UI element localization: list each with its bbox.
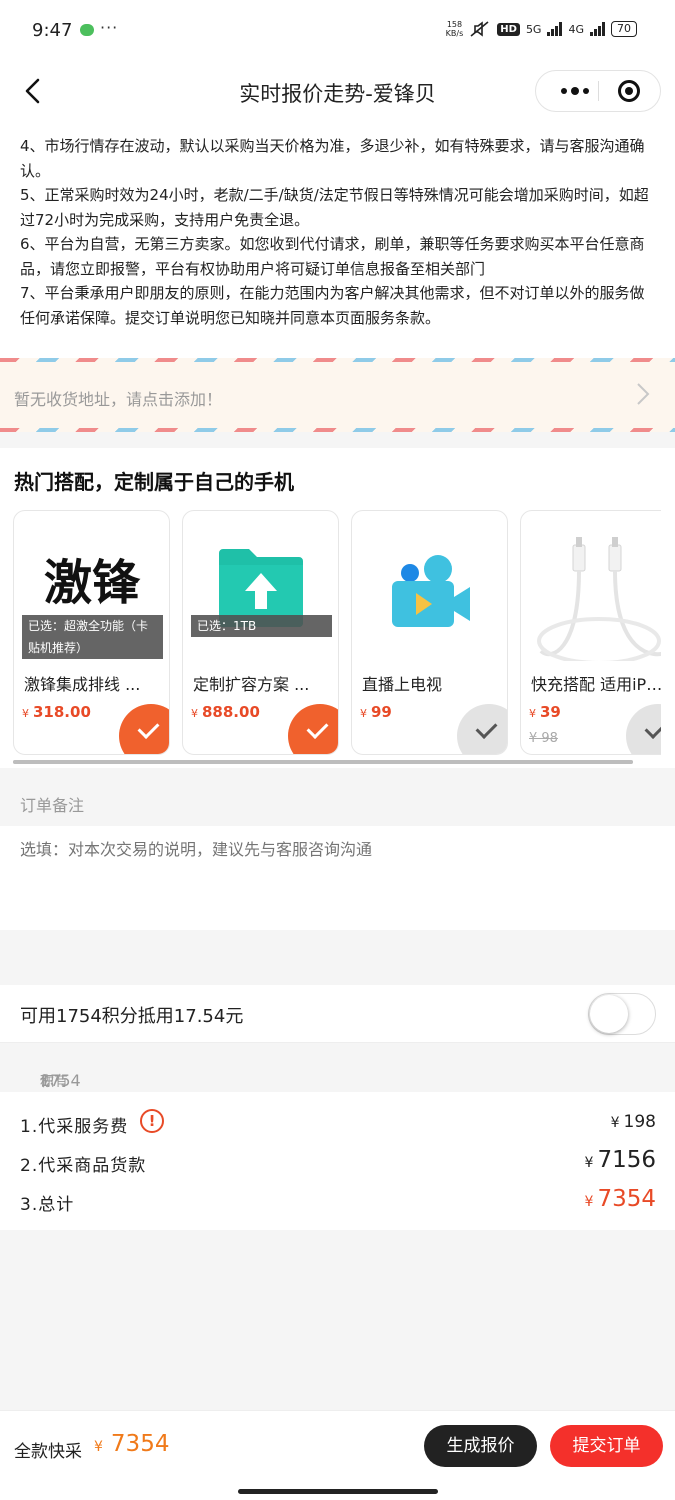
battery-icon: 70 xyxy=(611,21,637,37)
fee-amount: 7156 xyxy=(597,1147,656,1173)
fee-value: ¥7156 xyxy=(585,1147,656,1173)
currency-symbol: ¥ xyxy=(22,707,29,720)
status-time: 9:47 xyxy=(32,20,73,41)
addon-name: 快充搭配 适用iPhone xyxy=(531,675,661,694)
currency-symbol: ¥ xyxy=(529,707,536,720)
mute-icon xyxy=(470,21,489,37)
status-bar: 9:47 ··· 158 KB/s HD 5G 4G 70 xyxy=(0,0,675,62)
jifeng-logo-text: 激锋 xyxy=(44,555,141,611)
addon-name: 定制扩容方案 ... xyxy=(193,675,310,694)
addon-card-list[interactable]: 激锋 已选：超激全功能（卡贴机推荐） 激锋集成排线 ... ¥318.00 已选… xyxy=(13,510,661,756)
fee-label: 2.代采商品货款 xyxy=(20,1156,147,1176)
more-notifications-icon: ··· xyxy=(100,18,119,37)
selected-option-note: 已选：1TB xyxy=(191,615,332,637)
addon-card[interactable]: 快充搭配 适用iPhone ¥39 ¥ 98 xyxy=(520,510,661,755)
checkmark-icon[interactable] xyxy=(457,704,507,754)
addon-price: ¥888.00 xyxy=(191,703,260,721)
home-indicator[interactable] xyxy=(238,1489,438,1494)
addon-price: ¥99 xyxy=(360,703,392,721)
bottom-action-bar: 全款快采 ¥7354 生成报价 提交订单 xyxy=(0,1410,675,1500)
addon-price-value: 888.00 xyxy=(202,703,260,721)
fee-label: 1.代采服务费 xyxy=(20,1117,129,1137)
shipping-address-entry[interactable]: 暂无收货地址，请点击添加！ xyxy=(0,358,675,432)
generate-quote-button[interactable]: 生成报价 xyxy=(424,1425,537,1467)
addon-price-value: 39 xyxy=(540,703,561,721)
service-terms: 4、市场行情存在波动，默认以采购当天价格为准，多退少补，如有特殊要求，请与客服沟… xyxy=(0,122,675,358)
address-placeholder: 暂无收货地址，请点击添加！ xyxy=(14,390,223,409)
fee-row-service: 1.代采服务费 ! ¥198 xyxy=(20,1108,656,1138)
wechat-notification-icon xyxy=(80,24,94,36)
addon-section: 热门搭配，定制属于自己的手机 激锋 已选：超激全功能（卡贴机推荐） 激锋集成排线… xyxy=(0,448,675,768)
fee-row-goods: 2.代采商品货款 ¥7156 xyxy=(20,1147,656,1177)
network-speed-unit: KB/s xyxy=(445,29,464,38)
nav-bar: 实时报价走势-爱锋贝 xyxy=(0,62,675,122)
currency-symbol: ¥ xyxy=(610,1115,620,1131)
currency-symbol: ¥ xyxy=(360,707,367,720)
remark-box[interactable] xyxy=(0,826,675,930)
total-amount-value: 7354 xyxy=(110,1431,170,1457)
status-indicators: 158 KB/s HD 5G 4G 70 xyxy=(446,20,637,38)
checkmark-icon[interactable] xyxy=(288,704,338,754)
remark-header: 订单备注 xyxy=(0,776,675,826)
video-camera-icon xyxy=(392,555,470,627)
network-gen-2: 4G xyxy=(568,22,584,36)
fee-value: ¥198 xyxy=(611,1112,656,1132)
mini-program-capsule xyxy=(535,70,661,112)
addon-card[interactable]: 激锋 已选：超激全功能（卡贴机推荐） 激锋集成排线 ... ¥318.00 xyxy=(13,510,170,755)
checkmark-icon[interactable] xyxy=(626,704,661,754)
signal-icon-2 xyxy=(590,22,605,36)
selected-option-note: 已选：超激全功能（卡贴机推荐） xyxy=(22,615,163,659)
term-item: 7、平台秉承用户即朋友的原则，在能力范围内为客户解决其他需求，但不对订单以外的服… xyxy=(20,284,645,327)
addon-price-value: 318.00 xyxy=(33,703,91,721)
fee-amount: 7354 xyxy=(597,1186,656,1212)
term-item: 5、正常采购时效为24小时，老款/二手/缺货/法定节假日等特殊情况可能会增加采购… xyxy=(20,186,649,229)
currency-symbol: ¥ xyxy=(584,1194,594,1210)
network-speed-value: 158 xyxy=(446,20,463,29)
network-speed: 158 KB/s xyxy=(446,20,464,38)
horizontal-scrollbar[interactable] xyxy=(13,760,633,764)
capsule-divider xyxy=(598,81,599,101)
scrollbar-thumb[interactable] xyxy=(13,760,633,764)
section-title: 热门搭配，定制属于自己的手机 xyxy=(14,470,294,494)
checkmark-icon[interactable] xyxy=(119,704,169,754)
fee-amount: 198 xyxy=(623,1112,656,1132)
submit-order-button[interactable]: 提交订单 xyxy=(550,1425,663,1467)
addon-name: 激锋集成排线 ... xyxy=(24,675,141,694)
fee-summary: 1.代采服务费 ! ¥198 2.代采商品货款 ¥7156 3.总计 ¥7354 xyxy=(0,1092,675,1230)
close-mini-program-icon[interactable] xyxy=(618,80,640,102)
fee-label: 3.总计 xyxy=(20,1195,75,1215)
points-toggle[interactable] xyxy=(588,993,656,1035)
term-item: 6、平台为自营，无第三方卖家。如您收到代付请求，刷单，兼职等任务要求购买本平台任… xyxy=(20,235,645,278)
remark-input[interactable] xyxy=(20,840,650,859)
addon-card[interactable]: 已选：1TB 定制扩容方案 ... ¥888.00 xyxy=(182,510,339,755)
points-row: 可用1754积分抵用17.54元 xyxy=(0,985,675,1043)
currency-symbol: ¥ xyxy=(191,707,198,720)
total-amount: ¥7354 xyxy=(94,1431,169,1457)
currency-symbol: ¥ xyxy=(584,1155,594,1171)
addon-price: ¥318.00 xyxy=(22,703,91,721)
original-price: ¥ 98 xyxy=(529,731,558,746)
folder-upload-icon xyxy=(219,549,303,627)
currency-symbol: ¥ xyxy=(94,1439,103,1455)
signal-icon xyxy=(547,22,563,36)
addon-name: 直播上电视 xyxy=(362,675,443,694)
addon-card[interactable]: 直播上电视 ¥99 xyxy=(351,510,508,755)
info-warning-icon[interactable]: ! xyxy=(140,1109,164,1133)
points-note: 你有1754积分，可用1754积分 xyxy=(0,1043,675,1166)
addon-price-value: 99 xyxy=(371,703,392,721)
more-options-icon[interactable] xyxy=(552,71,598,111)
envelope-border-top xyxy=(0,358,675,362)
hd-voice-badge: HD xyxy=(497,22,520,36)
addon-price: ¥39 xyxy=(529,703,561,721)
points-label: 可用1754积分抵用17.54元 xyxy=(20,1006,244,1027)
fee-row-total: 3.总计 ¥7354 xyxy=(20,1186,656,1216)
term-item: 4、市场行情存在波动，默认以采购当天价格为准，多退少补，如有特殊要求，请与客服沟… xyxy=(20,137,645,180)
total-label: 全款快采 xyxy=(14,1442,82,1462)
chevron-right-icon xyxy=(637,383,650,405)
envelope-border-bottom xyxy=(0,428,675,432)
fee-value: ¥7354 xyxy=(585,1186,656,1212)
charging-cable-icon xyxy=(537,537,661,661)
remark-label: 订单备注 xyxy=(20,796,85,815)
network-gen-1: 5G xyxy=(525,22,542,36)
